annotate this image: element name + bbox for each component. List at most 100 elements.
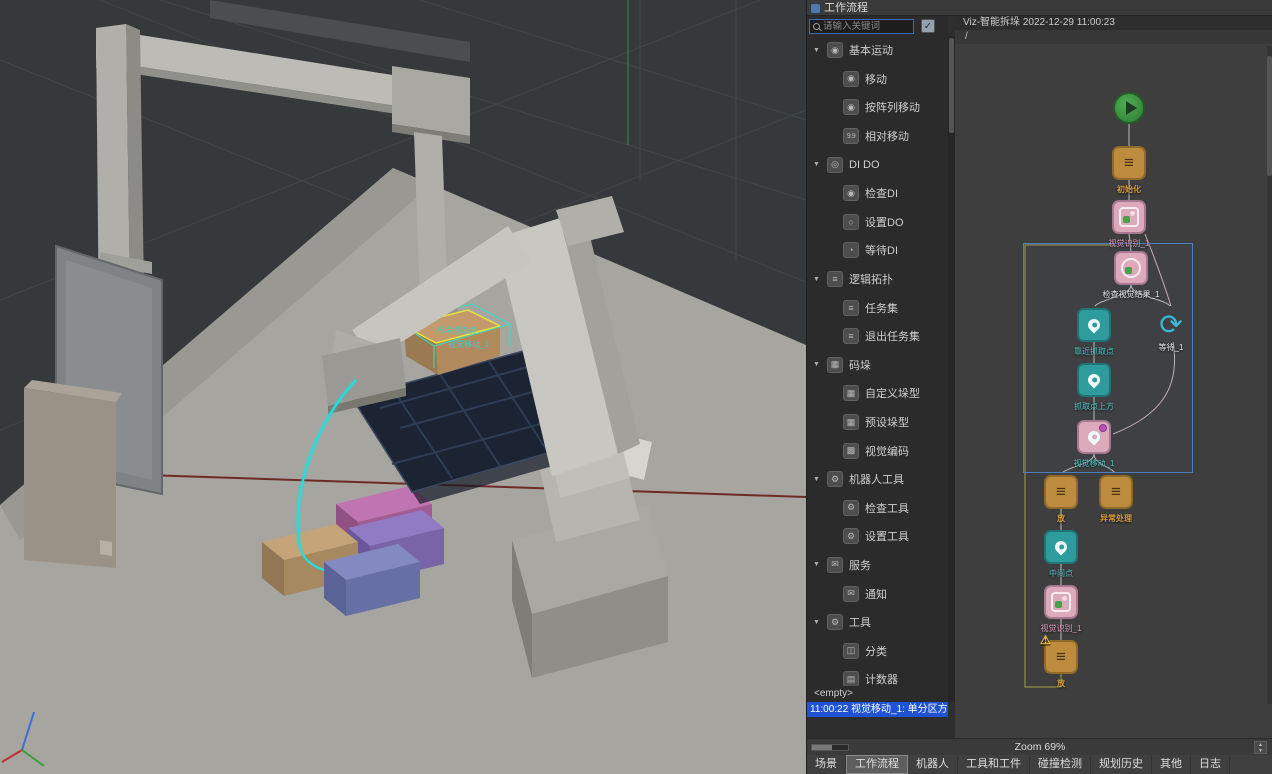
empty-label: <empty>	[814, 688, 853, 699]
canvas-scrollbar[interactable]	[1267, 46, 1272, 704]
workflow-icon	[811, 4, 820, 13]
node-label: 视觉移动_1	[1074, 458, 1115, 469]
tree-group-service[interactable]: ▼ ✉ 服务	[807, 551, 948, 580]
caret-down-icon[interactable]: ▼	[813, 361, 821, 368]
tree-item-label: 设置工具	[865, 528, 909, 544]
caret-down-icon[interactable]: ▼	[813, 619, 821, 626]
tree-item-check-di[interactable]: ◉ 检查DI	[807, 179, 948, 208]
tree-group-palletizing[interactable]: ▼ ▦ 码垛	[807, 351, 948, 380]
tree-item-check-tool[interactable]: ⚙ 检查工具	[807, 494, 948, 523]
tab-tools-workpieces[interactable]: 工具和工件	[958, 755, 1030, 774]
tree-group-logic-topology[interactable]: ▼ ≡ 逻辑拓扑	[807, 265, 948, 294]
tree-item-classify[interactable]: ◫ 分类	[807, 636, 948, 665]
tree-item-preset-pattern[interactable]: ▦ 预设垛型	[807, 408, 948, 437]
pin-icon: ◉	[843, 99, 859, 115]
search-box[interactable]	[809, 19, 914, 34]
gear-icon	[1099, 424, 1107, 432]
node-vision-2[interactable]: 视觉识别_1	[1044, 585, 1078, 619]
pin-icon: ◉	[827, 42, 843, 58]
node-mid-point[interactable]: 中间点	[1044, 530, 1078, 564]
viewport-3d[interactable]: 拆垛抓取点 视觉移动_1	[0, 0, 806, 774]
gear-icon: ⚙	[843, 500, 859, 516]
node-approach-grasp-point[interactable]: 靠近抓取点	[1077, 308, 1111, 342]
tree-item-label: 检查工具	[865, 500, 909, 516]
search-icon	[813, 23, 820, 30]
tab-collision-detection[interactable]: 碰撞检测	[1030, 755, 1091, 774]
node-check-vision-result[interactable]: 检查视觉结果_1	[1114, 251, 1148, 285]
tree-item-label: 相对移动	[865, 128, 909, 144]
relative-move-icon: 9.9	[843, 128, 859, 144]
node-wait[interactable]: ⟳ 等待_1	[1154, 308, 1188, 342]
tree-item-task-set[interactable]: ≡ 任务集	[807, 293, 948, 322]
node-above-grasp-point[interactable]: 抓取点上方	[1077, 363, 1111, 397]
tree-item-vision-code[interactable]: ▩ 视觉编码	[807, 436, 948, 465]
caret-down-icon[interactable]: ▼	[813, 561, 821, 568]
workflow-graph[interactable]: ≡ 初始化 视觉识别_1 检查视觉结果_1 靠近抓取点 ⟳ 等	[955, 44, 1272, 738]
caret-down-icon[interactable]: ▼	[813, 476, 821, 483]
layers-icon: ≡	[843, 300, 859, 316]
library-scrollbar[interactable]	[948, 36, 955, 702]
zoom-stepper[interactable]: ▲ ▼	[1254, 741, 1267, 754]
tree-item-label: 设置DO	[865, 214, 904, 230]
tree-group-dido[interactable]: ▼ ◎ DI DO	[807, 150, 948, 179]
tab-workflow[interactable]: 工作流程	[846, 755, 908, 774]
tree-item-label: 按阵列移动	[865, 99, 920, 115]
tree-group-label: 逻辑拓扑	[849, 271, 893, 287]
layers-icon: ≡	[1124, 153, 1134, 173]
tab-robot[interactable]: 机器人	[908, 755, 958, 774]
tree-item-relative-move[interactable]: 9.9 相对移动	[807, 122, 948, 151]
tree-item-label: 自定义垛型	[865, 385, 920, 401]
node-label: 检查视觉结果_1	[1103, 289, 1160, 300]
node-vision-move[interactable]: 视觉移动_1	[1077, 420, 1111, 454]
tree-item-label: 等待DI	[865, 242, 898, 258]
layers-icon: ≡	[1056, 482, 1066, 502]
node-place-2[interactable]: ⚠ ≡ 放	[1044, 640, 1078, 674]
tree-group-basic-motion[interactable]: ▼ ◉ 基本运动	[807, 36, 948, 65]
tree-item-custom-pattern[interactable]: ▦ 自定义垛型	[807, 379, 948, 408]
caret-down-icon[interactable]: ▼	[813, 276, 821, 283]
panel-title: 工作流程	[824, 2, 868, 14]
tree-item-move[interactable]: ◉ 移动	[807, 65, 948, 94]
circle-icon: ◎	[827, 157, 843, 173]
node-init[interactable]: ≡ 初始化	[1112, 146, 1146, 180]
status-log-entry[interactable]: 11:00:22 视觉移动_1: 单分区方	[807, 702, 948, 717]
tree-item-wait-di[interactable]: ◔ 等待DI	[807, 236, 948, 265]
caret-down-icon[interactable]: ▼	[813, 47, 821, 54]
tree-item-exit-task-set[interactable]: ≡ 退出任务集	[807, 322, 948, 351]
scrollbar-thumb[interactable]	[949, 38, 954, 133]
stepper-down-icon[interactable]: ▼	[1258, 748, 1263, 754]
grid-icon: ▦	[843, 414, 859, 430]
panel-title-bar: 工作流程	[807, 0, 1272, 16]
vision-move-label: 视觉移动_1	[448, 339, 489, 349]
breadcrumb[interactable]: /	[955, 30, 1272, 44]
tree-group-label: 码垛	[849, 357, 871, 373]
node-library: ✓ ▼ ◉ 基本运动 ◉ 移动 ◉ 按阵列移动 9.9 相对移动	[807, 16, 948, 702]
search-input[interactable]	[823, 21, 903, 32]
scrollbar-thumb[interactable]	[1267, 56, 1272, 176]
project-title: Viz-智能拆垛 2022-12-29 11:00:23	[955, 16, 1272, 30]
tree-item-array-move[interactable]: ◉ 按阵列移动	[807, 93, 948, 122]
camera-icon	[1051, 592, 1071, 612]
tree-item-notify[interactable]: ✉ 通知	[807, 579, 948, 608]
node-place[interactable]: ≡ 放	[1044, 475, 1078, 509]
tab-other[interactable]: 其他	[1152, 755, 1191, 774]
tree-group-robot-tools[interactable]: ▼ ⚙ 机器人工具	[807, 465, 948, 494]
tree-item-set-do[interactable]: ○ 设置DO	[807, 208, 948, 237]
tab-planning-history[interactable]: 规划历史	[1091, 755, 1152, 774]
pin-icon	[1053, 539, 1070, 556]
tab-scene[interactable]: 场景	[807, 755, 846, 774]
app-window: 拆垛抓取点 视觉移动_1	[0, 0, 1272, 774]
filter-checkbox[interactable]: ✓	[921, 19, 935, 33]
node-label: 初始化	[1117, 184, 1141, 195]
node-vision-1[interactable]: 视觉识别_1	[1112, 200, 1146, 234]
tab-log[interactable]: 日志	[1191, 755, 1230, 774]
tree-item-label: 移动	[865, 71, 887, 87]
grid-icon: ▦	[827, 357, 843, 373]
node-exception-handling[interactable]: ≡ 异常处理	[1099, 475, 1133, 509]
tree-group-tools[interactable]: ▼ ⚙ 工具	[807, 608, 948, 637]
caret-down-icon[interactable]: ▼	[813, 161, 821, 168]
node-start[interactable]	[1113, 92, 1145, 124]
wait-icon: ⟳	[1159, 311, 1182, 339]
tree-item-counter[interactable]: ▤ 计数器	[807, 665, 948, 686]
tree-item-set-tool[interactable]: ⚙ 设置工具	[807, 522, 948, 551]
